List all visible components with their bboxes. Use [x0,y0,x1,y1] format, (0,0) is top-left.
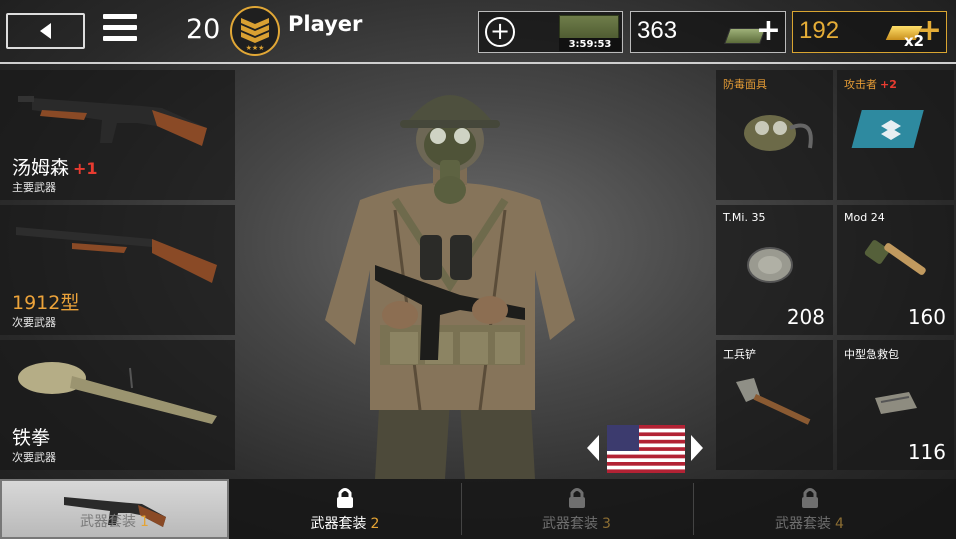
tab-loadout-1[interactable]: 武器套装 1 [0,479,229,539]
gold-value: 192 [799,17,840,44]
chevron-right-icon [691,435,703,461]
tab-label: 武器套装 3 [542,516,611,532]
top-bar: 20 ★★★ Player + 3:59:53 363 + 192 x2 + [0,0,956,64]
crate-timer: 3:59:53 [559,38,621,51]
weapon-slot-label: 次要武器 [12,316,56,329]
attacker-badge-icon [851,110,924,148]
add-circle-icon[interactable]: + [485,17,515,47]
back-arrow-icon [39,23,51,39]
faction-prev-button[interactable] [585,433,601,469]
weapon-name: 1912型 [12,292,80,314]
supply-crate-box[interactable]: + 3:59:53 [478,11,623,53]
weapon-name: 汤姆森 +1 [12,157,98,179]
soldier-character [325,95,575,479]
add-cash-button[interactable]: + [756,16,781,46]
chevron-left-icon [587,435,599,461]
loadout-screen: 20 ★★★ Player + 3:59:53 363 + 192 x2 + 汤… [0,0,956,539]
tab-label: 武器套装 2 [310,516,380,532]
usa-flag-icon[interactable] [607,425,685,473]
svg-text:★★★: ★★★ [246,44,265,52]
weapon-card-primary[interactable]: 汤姆森 +1 主要武器 [0,70,235,200]
rank-chevron-icon[interactable]: ★★★ [230,6,280,56]
item-name: 中型急救包 [844,348,899,361]
item-card-grenade[interactable]: Mod 24 160 [837,205,954,335]
tab-loadout-3[interactable]: 武器套装 3 [462,479,691,539]
menu-icon-bar [103,14,137,19]
player-name[interactable]: Player [288,12,362,36]
weapon-card-special[interactable]: 铁拳 次要武器 [0,340,235,470]
panzerfaust-icon [18,362,217,424]
menu-icon-bar [103,25,137,30]
gold-box[interactable]: 192 x2 + [792,11,947,53]
tab-label: 武器套装 4 [775,516,844,532]
item-card-mine[interactable]: T.Mi. 35 208 [716,205,833,335]
shovel-icon [736,378,811,425]
item-card-shovel[interactable]: 工兵铲 [716,340,833,470]
tab-loadout-4[interactable]: 武器套装 4 [694,479,925,539]
weapon-card-secondary[interactable]: 1912型 次要武器 [0,205,235,335]
cash-box[interactable]: 363 + [630,11,786,53]
lock-icon [801,488,818,508]
weapon-name: 铁拳 [12,427,51,449]
item-card-gas-mask[interactable]: 防毒面具 [716,70,833,200]
item-name: Mod 24 [844,211,885,224]
gas-mask-icon [744,115,813,151]
item-count: 160 [907,305,946,329]
player-level: 20 [186,14,221,45]
tab-label: 武器套装 1 [80,514,149,530]
item-count: 116 [907,440,946,464]
stick-grenade-icon [864,240,926,275]
item-bonus: +2 [880,78,897,91]
cash-value: 363 [637,17,678,44]
item-name: 防毒面具 [723,78,767,91]
item-name: 攻击者 +2 [844,78,897,91]
landmine-icon [747,247,793,283]
item-count: 208 [786,305,825,329]
weapon-bonus: +1 [73,159,98,178]
item-card-medkit[interactable]: 中型急救包 116 [837,340,954,470]
item-name: 工兵铲 [723,348,756,361]
item-card-attacker[interactable]: 攻击者 +2 [837,70,954,200]
weapon-slot-label: 主要武器 [12,181,56,194]
faction-next-button[interactable] [689,433,705,469]
thompson-smg-icon [18,96,207,146]
menu-icon-bar [103,36,137,41]
divider [0,62,956,64]
back-button[interactable] [6,13,85,49]
tab-loadout-2[interactable]: 武器套装 2 [231,479,459,539]
item-name: T.Mi. 35 [723,211,766,224]
shotgun-icon [16,227,217,283]
lock-icon [568,488,585,508]
add-gold-button[interactable]: + [917,16,942,46]
medkit-icon [875,392,917,414]
menu-button[interactable] [103,14,137,48]
loadout-tabs: 武器套装 1 武器套装 2 武器套装 3 武器套装 4 [0,479,956,539]
lock-icon [337,488,353,508]
weapon-slot-label: 次要武器 [12,451,56,464]
